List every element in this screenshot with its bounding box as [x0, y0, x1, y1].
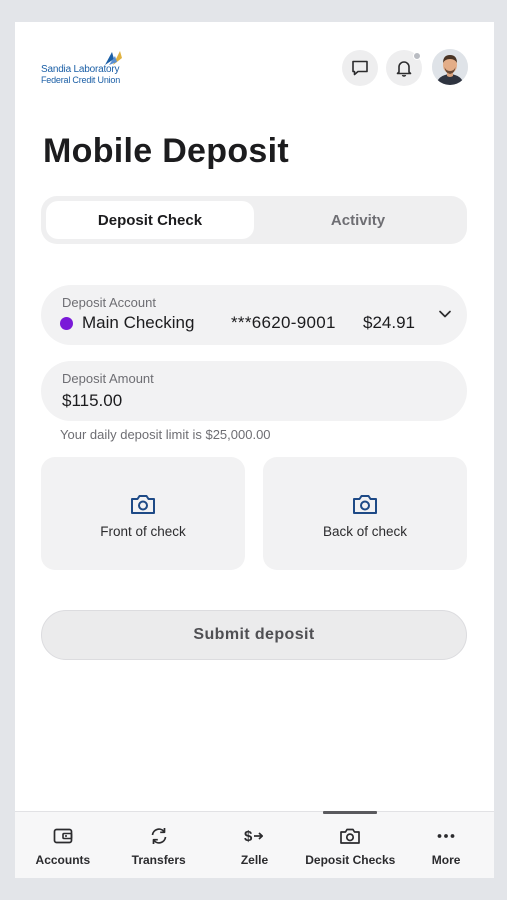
svg-text:$: $	[244, 828, 253, 845]
nav-deposit-checks-label: Deposit Checks	[305, 853, 396, 867]
tab-deposit-check[interactable]: Deposit Check	[46, 201, 254, 239]
account-name: Main Checking	[82, 313, 195, 332]
notification-badge	[413, 52, 421, 60]
active-tab-indicator	[323, 811, 378, 814]
camera-icon	[353, 495, 377, 514]
nav-transfers[interactable]: Transfers	[111, 812, 207, 878]
deposit-tabs: Deposit Check Activity	[41, 196, 467, 244]
notifications-button[interactable]	[386, 50, 422, 86]
profile-photo-icon	[432, 49, 468, 85]
zelle-icon: $	[244, 828, 264, 845]
app-screen: Sandia Laboratory Federal Credit Union M…	[15, 22, 494, 878]
deposit-account-label: Deposit Account	[62, 295, 156, 310]
front-of-check-label: Front of check	[100, 524, 186, 539]
chevron-down-icon	[439, 310, 451, 318]
tab-activity[interactable]: Activity	[254, 201, 462, 239]
nav-deposit-checks[interactable]: Deposit Checks	[302, 811, 398, 878]
selected-account: Main Checking ***6620-9001 $24.91	[60, 313, 415, 333]
nav-more-label: More	[431, 853, 461, 867]
account-color-dot	[60, 316, 73, 330]
bell-icon	[396, 61, 412, 77]
account-number: ***6620-9001	[231, 313, 336, 332]
bottom-nav: Accounts Transfers $ Zelle Deposit Check…	[15, 811, 494, 878]
account-balance: $24.91	[363, 313, 415, 332]
transfer-arrows-icon	[151, 828, 167, 844]
back-of-check-button[interactable]: Back of check	[263, 457, 467, 570]
front-of-check-button[interactable]: Front of check	[41, 457, 245, 570]
deposit-amount-label: Deposit Amount	[62, 371, 154, 386]
back-of-check-label: Back of check	[322, 524, 408, 539]
deposit-account-select[interactable]: Deposit Account Main Checking ***6620-90…	[41, 285, 467, 345]
nav-accounts-label: Accounts	[35, 853, 91, 867]
avatar[interactable]	[432, 49, 468, 85]
nav-accounts[interactable]: Accounts	[15, 812, 111, 878]
nav-zelle[interactable]: $ Zelle	[207, 812, 303, 878]
chat-icon	[352, 60, 368, 76]
messages-button[interactable]	[342, 50, 378, 86]
wallet-icon	[53, 828, 73, 844]
logo-line2: Federal Credit Union	[41, 75, 121, 85]
deposit-amount-value[interactable]: $115.00	[62, 391, 122, 411]
more-dots-icon	[437, 834, 455, 838]
nav-transfers-label: Transfers	[131, 853, 186, 867]
deposit-limit-note: Your daily deposit limit is $25,000.00	[60, 427, 271, 442]
deposit-amount-field[interactable]: Deposit Amount $115.00	[41, 361, 467, 421]
camera-icon	[340, 828, 361, 844]
credit-union-logo: Sandia Laboratory Federal Credit Union	[41, 50, 151, 90]
submit-deposit-button[interactable]: Submit deposit	[41, 610, 467, 660]
camera-icon	[131, 495, 155, 514]
nav-more[interactable]: More	[398, 812, 494, 878]
page-title: Mobile Deposit	[43, 132, 289, 170]
nav-zelle-label: Zelle	[240, 853, 269, 867]
logo-line1: Sandia Laboratory	[41, 64, 120, 75]
